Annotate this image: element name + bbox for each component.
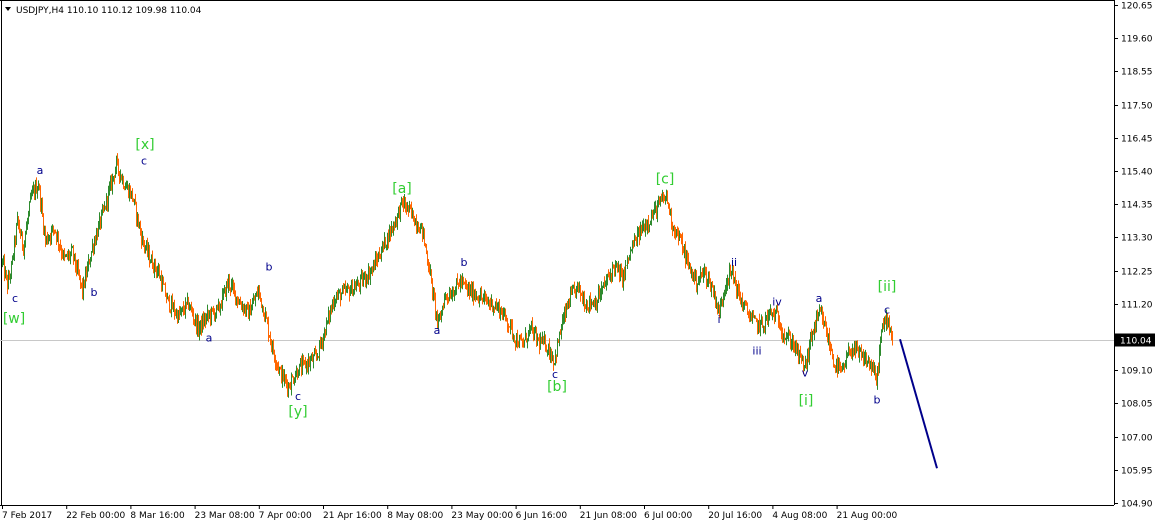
price-tick-label: 112.25 — [1121, 268, 1153, 278]
price-tick-label: 107.00 — [1121, 434, 1153, 444]
time-tick-label: 7 Feb 2017 — [2, 511, 52, 521]
time-tick-label: 21 Jun 08:00 — [580, 511, 637, 521]
time-tick-label: 21 Aug 00:00 — [837, 511, 898, 521]
wave-label: iii — [752, 344, 761, 357]
wave-label: [i] — [799, 393, 814, 409]
price-tick-label: 109.10 — [1121, 367, 1153, 377]
wave-label: iv — [772, 295, 782, 308]
wave-label: c — [12, 292, 18, 305]
price-axis: 120.65 119.60 118.55 117.50 116.45 115.40 114.… — [1114, 2, 1153, 510]
time-tick-label: 6 Jun 16:00 — [516, 511, 568, 521]
candlestick-series — [2, 153, 893, 398]
current-price-label: 110.04 — [1120, 337, 1152, 347]
time-tick-label: 8 Mar 16:00 — [130, 511, 185, 521]
wave-labels: ac[w]b[x]cabc[y][a]bac[b][c]iiiiviiiav[i… — [3, 137, 897, 420]
time-tick-label: 23 May 00:00 — [451, 511, 513, 521]
time-tick-label: 23 Mar 08:00 — [195, 511, 255, 521]
wave-label: c — [141, 155, 147, 168]
price-tick-label: 120.65 — [1121, 2, 1153, 12]
time-tick-label: 7 Apr 00:00 — [259, 511, 312, 521]
wave-label: c — [884, 303, 890, 316]
price-tick-label: 115.40 — [1121, 168, 1153, 178]
price-tick-label: 111.20 — [1121, 301, 1153, 311]
wave-label: a — [434, 324, 441, 337]
current-price-tag: 110.04 — [1115, 333, 1155, 347]
price-tick-label: 105.95 — [1121, 467, 1153, 477]
wave-label: v — [802, 367, 809, 380]
price-tick-label: 116.45 — [1121, 135, 1153, 145]
chart-title: USDJPY,H4 110.10 110.12 109.98 110.04 — [16, 6, 202, 16]
price-tick-label: 117.50 — [1121, 102, 1153, 112]
time-tick-label: 22 Feb 00:00 — [66, 511, 125, 521]
wave-label: a — [816, 292, 823, 305]
price-tick-label: 108.05 — [1121, 400, 1153, 410]
wave-label: a — [206, 332, 213, 345]
time-tick-label: 8 May 08:00 — [387, 511, 443, 521]
wave-label: [a] — [392, 181, 412, 197]
price-tick-label: 114.35 — [1121, 201, 1153, 211]
forecast-line[interactable] — [899, 338, 938, 469]
triangle-down-icon[interactable] — [5, 7, 11, 11]
price-chart[interactable]: ac[w]b[x]cabc[y][a]bac[b][c]iiiiviiiav[i… — [0, 0, 1155, 527]
wave-label: b — [266, 261, 273, 274]
wave-label: [c] — [656, 172, 675, 188]
time-tick-label: 4 Aug 08:00 — [772, 511, 827, 521]
chart-header: USDJPY,H4 110.10 110.12 109.98 110.04 — [5, 6, 202, 16]
price-tick-label: 104.90 — [1121, 500, 1153, 510]
time-tick-label: 6 Jul 00:00 — [644, 511, 693, 521]
chart-window[interactable]: { "window": { "header": "USDJPY,H4 110.1… — [0, 0, 1155, 527]
time-tick-label: 20 Jul 16:00 — [708, 511, 762, 521]
wave-label: [y] — [288, 404, 307, 420]
wave-label: [w] — [3, 311, 25, 327]
price-tick-label: 119.60 — [1121, 35, 1153, 45]
wave-label: i — [717, 313, 720, 326]
wave-label: [ii] — [878, 279, 897, 295]
time-axis: 7 Feb 2017 22 Feb 00:00 8 Mar 16:00 23 Mar … — [2, 505, 898, 521]
wave-label: ii — [731, 256, 737, 269]
wave-label: [x] — [135, 137, 154, 153]
wave-label: b — [91, 286, 98, 299]
wave-label: [b] — [547, 379, 567, 395]
wave-label: a — [37, 164, 44, 177]
price-tick-label: 113.30 — [1121, 234, 1153, 244]
time-tick-label: 21 Apr 16:00 — [323, 511, 382, 521]
price-tick-label: 118.55 — [1121, 68, 1153, 78]
wave-label: c — [295, 390, 301, 403]
wave-label: b — [874, 393, 881, 406]
wave-label: b — [461, 256, 468, 269]
